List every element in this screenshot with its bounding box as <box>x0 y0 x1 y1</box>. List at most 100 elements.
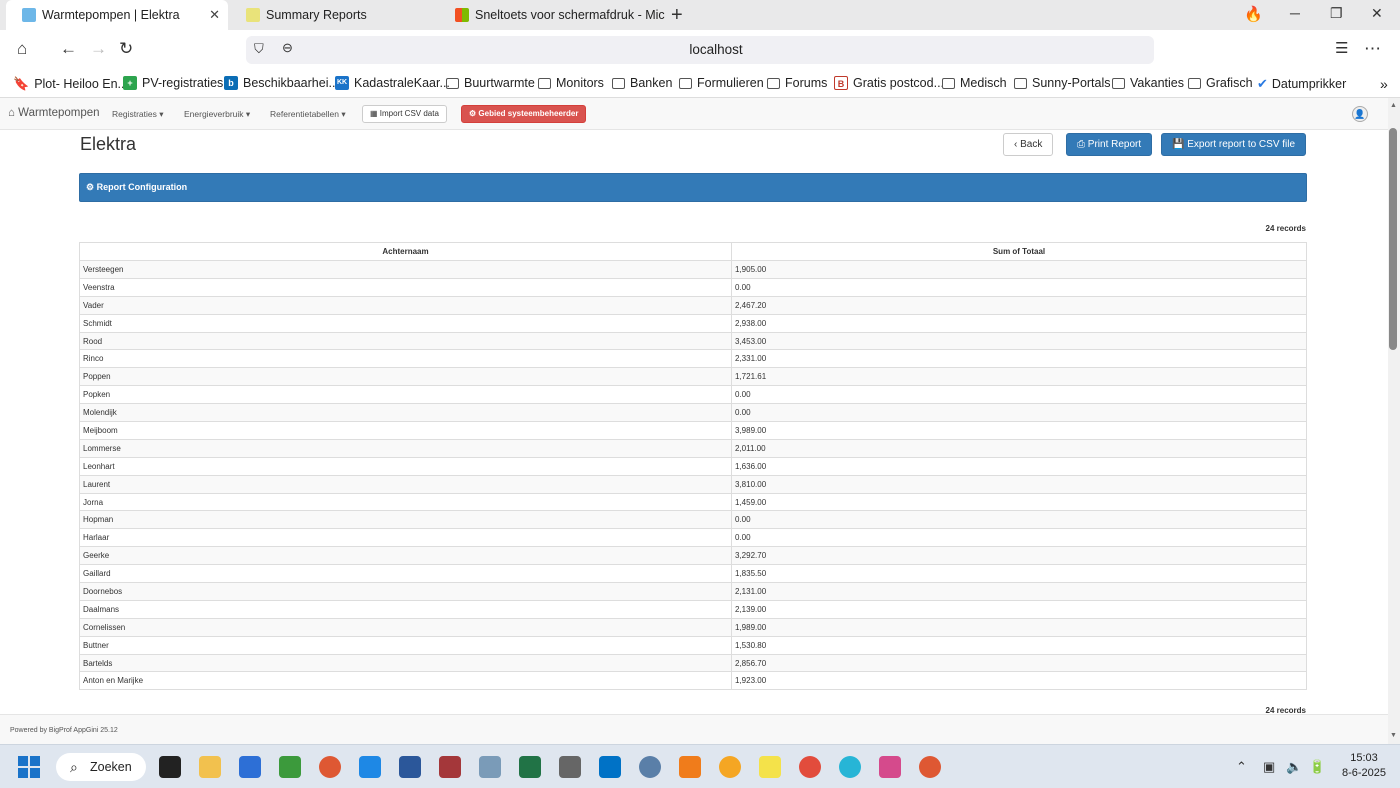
bookmark-folder[interactable]: Grafisch <box>1188 76 1253 90</box>
bookmark-item[interactable]: + PV-registraties <box>123 76 223 90</box>
browser-tab-strip: Warmtepompen | Elektra ✕ Summary Reports… <box>0 0 1400 30</box>
bookmark-item[interactable]: b Beschikbaarhei... <box>224 76 339 90</box>
magnifier-icon[interactable] <box>719 756 741 778</box>
save-icon: 💾 <box>1172 139 1188 150</box>
page-scrollbar[interactable]: ▲ ▼ <box>1388 98 1400 744</box>
bookmark-folder[interactable]: Banken <box>612 76 672 90</box>
table-row: Molendijk 0.00 <box>79 403 1307 423</box>
cell-achternaam: Meijboom <box>79 421 732 440</box>
tab-summary-reports[interactable]: Summary Reports <box>230 0 444 30</box>
bookmark-folder[interactable]: Medisch <box>942 76 1007 90</box>
excel-icon[interactable] <box>519 756 541 778</box>
cell-sum-totaal: 0.00 <box>731 277 1307 297</box>
export-csv-button[interactable]: 💾 Export report to CSV file <box>1161 133 1307 156</box>
globe-icon[interactable] <box>639 756 661 778</box>
address-bar[interactable]: ⛉ ⊖ localhost <box>246 36 1154 64</box>
show-hidden-icons-icon[interactable]: ⌃ <box>1236 759 1247 775</box>
volume-icon[interactable]: 🔈 <box>1286 759 1302 775</box>
more-options-icon[interactable]: ⋯ <box>1364 39 1381 59</box>
xampp-icon[interactable] <box>679 756 701 778</box>
duckduckgo-active-icon[interactable] <box>919 756 941 778</box>
folder-icon <box>538 77 551 89</box>
scroll-down-icon[interactable]: ▼ <box>1390 732 1397 739</box>
menu-energieverbruik[interactable]: Energieverbruik ▾ <box>184 109 250 120</box>
bookmark-folder[interactable]: Buurtwarmte <box>446 76 535 90</box>
snipping-tool-icon[interactable] <box>879 756 901 778</box>
cell-sum-totaal: 2,139.00 <box>731 599 1307 619</box>
scrollbar-thumb[interactable] <box>1389 128 1397 350</box>
access-icon[interactable] <box>439 756 461 778</box>
word-icon[interactable] <box>399 756 421 778</box>
user-menu-icon[interactable]: 👤 <box>1352 106 1368 122</box>
taskbar-search[interactable]: ⌕ Zoeken <box>56 753 146 781</box>
new-tab-button[interactable]: + <box>671 4 683 27</box>
home-icon[interactable]: ⌂ <box>17 39 27 59</box>
bookmark-item[interactable]: ✔ Datumprikker <box>1257 76 1346 92</box>
bookmark-item[interactable]: KK KadastraleKaar... <box>335 76 450 90</box>
image-editor-icon[interactable] <box>279 756 301 778</box>
column-header-sum-totaal[interactable]: Sum of Totaal <box>731 242 1307 261</box>
cell-sum-totaal: 1,905.00 <box>731 260 1307 279</box>
caret-down-icon: ▾ <box>341 109 346 119</box>
grid-icon: ▦ <box>370 109 380 118</box>
powered-by-text: Powered by BigProf AppGini 25.12 <box>10 727 118 734</box>
tab-sneltoets[interactable]: Sneltoets voor schermafdruk - Microsc <box>447 0 665 30</box>
cell-sum-totaal: 1,989.00 <box>731 617 1307 637</box>
notepad-icon[interactable] <box>359 756 381 778</box>
search-icon: ⌕ <box>70 759 78 775</box>
calculator-icon[interactable] <box>559 756 581 778</box>
lightning-icon[interactable] <box>759 756 781 778</box>
bookmark-icon: 🔖 <box>13 76 30 91</box>
maximize-icon[interactable]: ❐ <box>1330 5 1343 22</box>
bookmark-folder[interactable]: Forums <box>767 76 827 90</box>
import-csv-button[interactable]: ▦ Import CSV data <box>362 105 447 123</box>
cell-achternaam: Doornebos <box>79 582 732 601</box>
ccleaner-icon[interactable] <box>799 756 821 778</box>
menu-referentietabellen[interactable]: Referentietabellen ▾ <box>270 109 346 120</box>
paint-icon[interactable] <box>239 756 261 778</box>
duckduckgo-icon[interactable] <box>319 756 341 778</box>
brand-link[interactable]: ⌂ Warmtepompen <box>8 107 100 119</box>
display-icon[interactable]: ▣ <box>1263 759 1275 775</box>
cell-achternaam: Rood <box>79 331 732 351</box>
network-icon[interactable] <box>479 756 501 778</box>
cell-achternaam: Rinco <box>79 349 732 369</box>
home-icon: ⌂ <box>8 107 19 119</box>
cloud-icon[interactable] <box>839 756 861 778</box>
flame-icon[interactable]: 🔥 <box>1244 5 1263 23</box>
bookmark-item[interactable]: B Gratis postcod... <box>834 76 944 90</box>
tab-warmtepompen[interactable]: Warmtepompen | Elektra ✕ <box>6 0 228 30</box>
forward-arrow-icon[interactable]: → <box>90 39 107 59</box>
taskbar-clock[interactable]: 15:03 8-6-2025 <box>1334 751 1394 781</box>
table-row: Lommerse 2,011.00 <box>79 438 1307 458</box>
folder-icon <box>767 77 780 89</box>
folder-icon <box>1112 77 1125 89</box>
admin-area-button[interactable]: ⚙ Gebied systeembeheerder <box>461 105 587 123</box>
windows-start-icon[interactable] <box>18 756 40 778</box>
reload-icon[interactable]: ↻ <box>119 39 133 59</box>
more-bookmarks-icon[interactable]: » <box>1380 76 1388 92</box>
close-window-icon[interactable]: ✕ <box>1371 5 1383 22</box>
battery-icon[interactable]: 🔋 <box>1309 759 1325 775</box>
column-header-achternaam[interactable]: Achternaam <box>79 242 732 261</box>
bookmark-folder[interactable]: Vakanties <box>1112 76 1184 90</box>
reader-view-icon[interactable]: ☰ <box>1335 39 1348 57</box>
scroll-up-icon[interactable]: ▲ <box>1390 102 1397 109</box>
terminal-icon[interactable] <box>159 756 181 778</box>
file-explorer-icon[interactable] <box>199 756 221 778</box>
cell-achternaam: Hopman <box>79 510 732 530</box>
back-arrow-icon[interactable]: ← <box>60 39 77 59</box>
menu-registraties[interactable]: Registraties ▾ <box>112 109 164 120</box>
outlook-icon[interactable] <box>599 756 621 778</box>
bookmark-folder[interactable]: Formulieren <box>679 76 764 90</box>
report-configuration-panel[interactable]: ⚙ Report Configuration <box>79 173 1307 202</box>
print-report-button[interactable]: ⎙ Print Report <box>1066 133 1153 156</box>
back-button[interactable]: ‹ Back <box>1003 133 1054 156</box>
cell-achternaam: Geerke <box>79 546 732 566</box>
bookmark-folder[interactable]: Sunny-Portals <box>1014 76 1111 90</box>
close-tab-icon[interactable]: ✕ <box>209 7 220 23</box>
minimize-icon[interactable]: ─ <box>1290 5 1300 21</box>
bookmark-folder[interactable]: Monitors <box>538 76 604 90</box>
bookmark-item[interactable]: 🔖 Plot- Heiloo En... <box>13 76 128 92</box>
cell-sum-totaal: 1,721.61 <box>731 367 1307 387</box>
